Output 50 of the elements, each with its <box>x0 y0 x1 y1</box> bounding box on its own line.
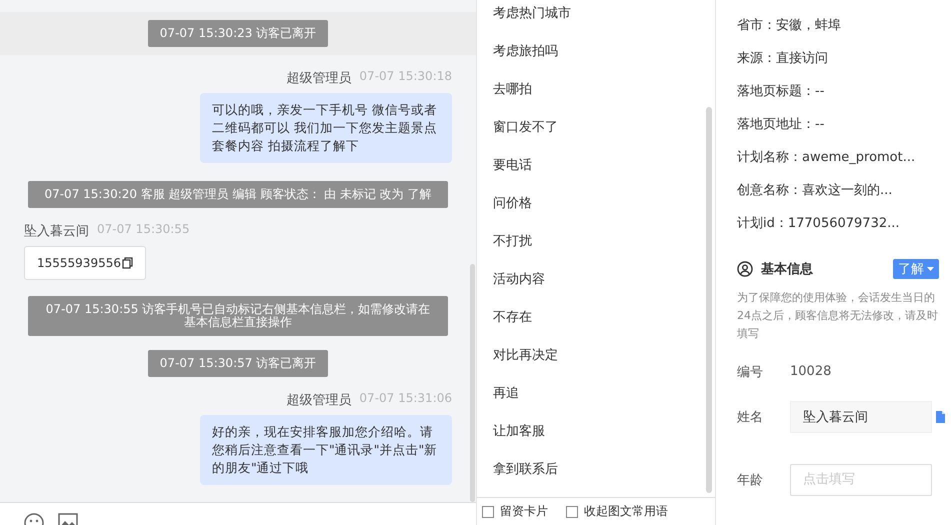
field-label: 年龄 <box>737 472 764 488</box>
field-label: 姓名 <box>737 408 764 426</box>
quick-phrase[interactable]: 问价格 <box>493 184 715 222</box>
detail-text: 落地页标题：-- <box>737 83 826 101</box>
copy-icon[interactable] <box>122 257 133 269</box>
notice-text: 为了保障您的使用体验，会话发生当日的24点之后，顾客信息将无法修改，请及时填写 <box>737 290 939 342</box>
quick-phrase[interactable]: 去哪拍 <box>493 70 715 108</box>
phone-number: 15555939556 <box>37 256 121 270</box>
emoji-icon[interactable] <box>24 513 44 525</box>
quick-phrase[interactable]: 考虑热门城市 <box>493 0 715 32</box>
name-field[interactable]: 坠入暮云间 <box>790 400 932 432</box>
scrollbar[interactable] <box>706 107 712 493</box>
quick-phrase[interactable]: 让加客服 <box>493 412 715 450</box>
image-icon[interactable] <box>58 513 78 525</box>
scrollbar[interactable] <box>470 264 475 502</box>
sender-name: 超级管理员 <box>286 70 352 87</box>
detail-text: 计划名称：aweme_promot... <box>737 149 916 167</box>
checkbox-option[interactable]: 留资卡片 <box>482 503 548 523</box>
quick-phrase[interactable]: 考虑旅拍吗 <box>493 32 715 70</box>
quick-phrase[interactable]: 再追 <box>493 374 715 412</box>
field-value: 10028 <box>790 364 832 379</box>
detail-text: 省市：安徽，蚌埠 <box>737 17 842 35</box>
system-message: 07-07 15:30:23 访客已离开 <box>148 20 328 47</box>
quick-phrase[interactable]: 不打扰 <box>493 222 715 260</box>
detail-text: 落地页地址：-- <box>737 116 826 134</box>
detail-text: 来源：直接访问 <box>737 50 829 68</box>
document-icon[interactable] <box>935 410 946 424</box>
user-icon <box>737 261 753 277</box>
quick-phrase[interactable]: 拿到联系后 <box>493 450 715 488</box>
message-time: 07-07 15:31:06 <box>359 391 452 407</box>
system-message: 07-07 15:30:55 访客手机号已自动标记右侧基本信息栏，如需修改请在基本信息栏直接操作 <box>28 296 448 336</box>
message-bubble: 可以的哦，亲发一下手机号 微信号或者二维码都可以 我们加一下您发主题景点套餐内容 拍摄流程了解下 <box>200 93 452 163</box>
quick-phrase[interactable]: 不存在 <box>493 298 715 336</box>
checkbox-option[interactable]: 收起图文常用语 <box>566 503 668 523</box>
field-label: 编号 <box>737 364 764 380</box>
system-message: 07-07 15:30:57 访客已离开 <box>148 350 328 377</box>
sender-name: 坠入暮云间 <box>24 223 89 240</box>
caret-icon <box>927 267 934 271</box>
detail-text: 创意名称：喜欢这一刻的... <box>737 182 894 200</box>
system-message: 07-07 15:30:20 客服 超级管理员 编辑 顾客状态： 由 未标记 改为 了解 <box>28 181 448 208</box>
quick-phrase[interactable]: 活动内容 <box>493 260 715 298</box>
quick-phrase[interactable]: 窗口发不了 <box>493 108 715 146</box>
message-time: 07-07 15:30:55 <box>97 222 190 238</box>
message-time: 07-07 15:30:18 <box>359 69 452 85</box>
message-bubble: 好的亲，现在安排客服加您介绍哈。请您稍后注意查看一下"通讯录"并点击"新的朋友"通过下哦 <box>200 415 452 485</box>
sender-name: 超级管理员 <box>286 392 352 409</box>
quick-phrase[interactable]: 要电话 <box>493 146 715 184</box>
section-title: 基本信息 <box>761 261 814 278</box>
quick-phrase[interactable]: 对比再决定 <box>493 336 715 374</box>
detail-text: 计划id：177056079732... <box>737 215 901 233</box>
